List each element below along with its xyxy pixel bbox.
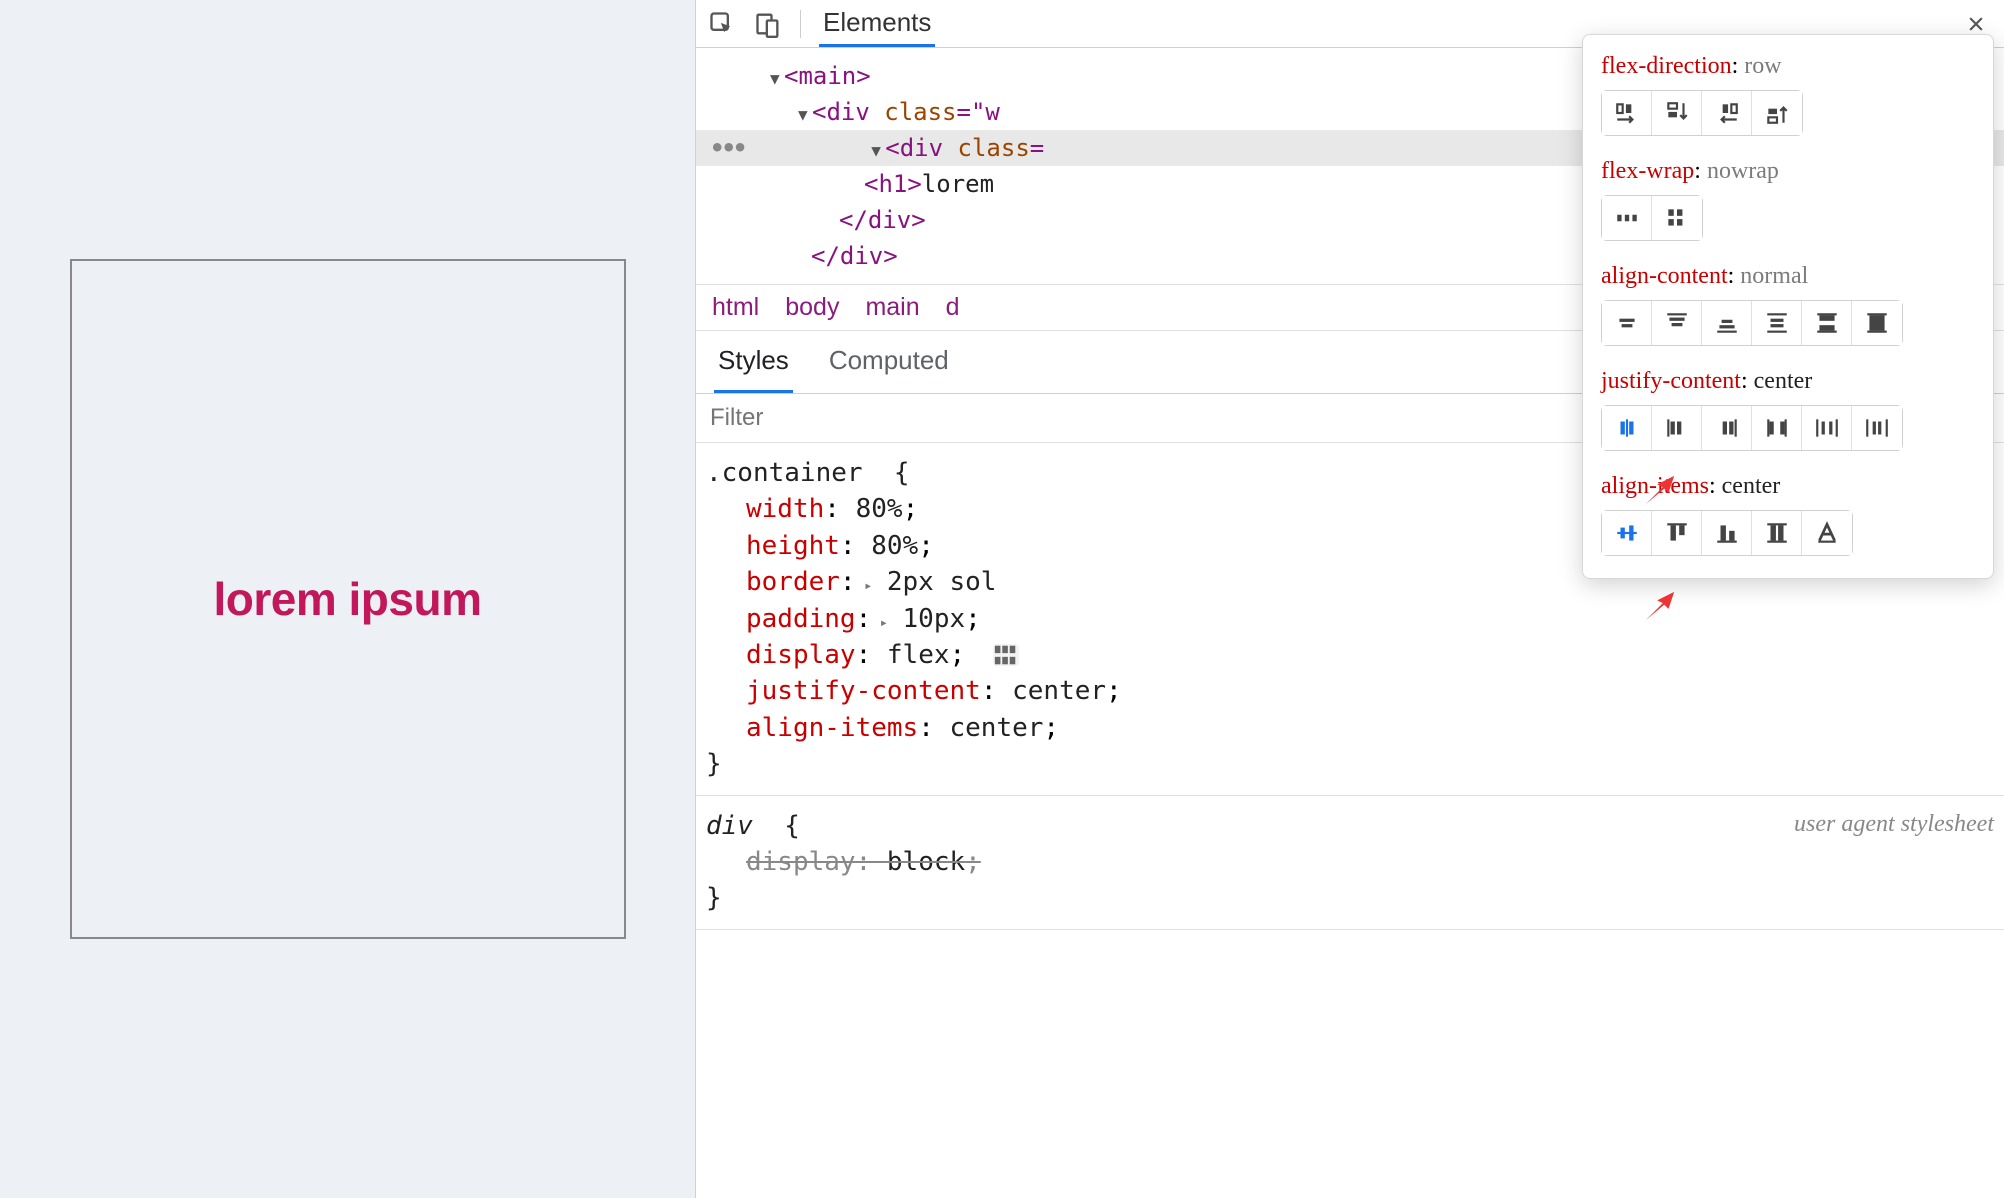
crumb-html[interactable]: html (712, 293, 759, 322)
align-content-center-icon[interactable] (1602, 301, 1652, 345)
flex-wrap-wrap-icon[interactable] (1652, 196, 1702, 240)
justify-content-center-icon[interactable] (1602, 406, 1652, 450)
flex-wrap-nowrap-icon[interactable] (1602, 196, 1652, 240)
flex-wrap-section: flex-wrap: nowrap (1601, 158, 1975, 241)
preview-container: lorem ipsum (70, 259, 626, 939)
css-rule-div-ua[interactable]: user agent stylesheet div { display: blo… (696, 796, 2004, 930)
flex-popover: flex-direction: row flex-wrap: nowrap al… (1582, 34, 1994, 579)
preview-heading: lorem ipsum (213, 572, 481, 626)
align-content-space-between-icon[interactable] (1802, 301, 1852, 345)
device-toolbar-icon[interactable] (754, 10, 782, 38)
divider (800, 10, 801, 38)
ellipsis-icon[interactable]: ••• (710, 134, 744, 162)
justify-content-space-around-icon[interactable] (1802, 406, 1852, 450)
tab-computed[interactable]: Computed (825, 331, 953, 393)
align-content-space-around-icon[interactable] (1752, 301, 1802, 345)
crumb-main[interactable]: main (865, 293, 919, 322)
callout-arrow-icon (1643, 589, 1677, 623)
align-items-center-icon[interactable] (1602, 511, 1652, 555)
align-content-end-icon[interactable] (1702, 301, 1752, 345)
ua-stylesheet-label: user agent stylesheet (1794, 808, 1994, 842)
align-content-stretch-icon[interactable] (1852, 301, 1902, 345)
align-items-baseline-icon[interactable] (1802, 511, 1852, 555)
align-items-stretch-icon[interactable] (1752, 511, 1802, 555)
flex-direction-row-icon[interactable] (1602, 91, 1652, 135)
flex-direction-column-reverse-icon[interactable] (1752, 91, 1802, 135)
flex-direction-column-icon[interactable] (1652, 91, 1702, 135)
crumb-d[interactable]: d (946, 293, 960, 322)
align-content-section: align-content: normal (1601, 263, 1975, 346)
callout-arrow-icon (1643, 473, 1677, 507)
justify-content-space-evenly-icon[interactable] (1852, 406, 1902, 450)
devtools-panel: Elements ▼<main> ▼<div class="w ••• ▼<di… (695, 0, 2004, 1198)
flex-direction-section: flex-direction: row (1601, 53, 1975, 136)
expand-icon[interactable]: ▸ (871, 615, 896, 631)
preview-pane: lorem ipsum (0, 0, 695, 1198)
justify-content-end-icon[interactable] (1702, 406, 1752, 450)
justify-content-section: justify-content: center (1601, 368, 1975, 451)
flex-editor-icon[interactable] (993, 644, 1019, 666)
align-items-start-icon[interactable] (1652, 511, 1702, 555)
inspect-element-icon[interactable] (708, 10, 736, 38)
justify-content-space-between-icon[interactable] (1752, 406, 1802, 450)
align-content-start-icon[interactable] (1652, 301, 1702, 345)
justify-content-start-icon[interactable] (1652, 406, 1702, 450)
flex-direction-row-reverse-icon[interactable] (1702, 91, 1752, 135)
tab-styles[interactable]: Styles (714, 331, 793, 393)
align-items-end-icon[interactable] (1702, 511, 1752, 555)
crumb-body[interactable]: body (785, 293, 839, 322)
expand-icon[interactable]: ▸ (856, 578, 881, 594)
tab-elements[interactable]: Elements (819, 1, 935, 47)
